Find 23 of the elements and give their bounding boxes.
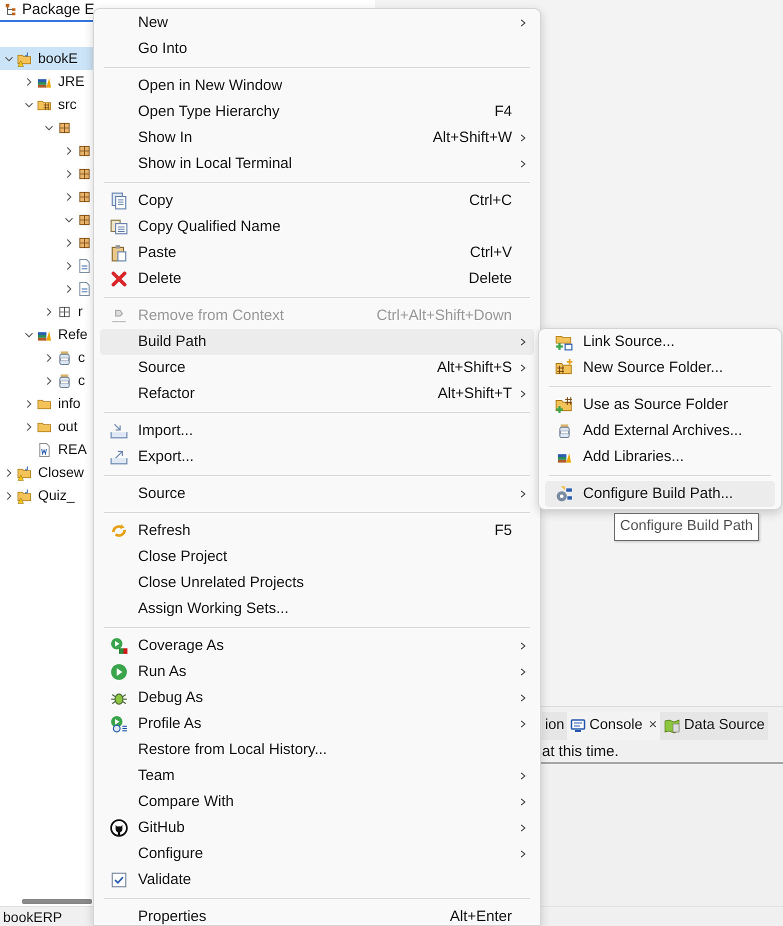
shortcut-text: Alt+Enter bbox=[450, 906, 512, 925]
shortcut-text: Alt+Shift+W bbox=[432, 128, 512, 148]
shortcut-text: Ctrl+Alt+Shift+Down bbox=[376, 306, 512, 326]
shortcut-text: Alt+Shift+S bbox=[436, 358, 512, 378]
tree-label: c bbox=[78, 348, 85, 367]
tooltip: Configure Build Path bbox=[614, 513, 759, 541]
tree-label: Refe bbox=[58, 325, 88, 344]
shortcut-text: Delete bbox=[468, 268, 512, 289]
tree-label: r bbox=[78, 302, 83, 321]
tree-label: Quiz_ bbox=[38, 486, 75, 505]
shortcut-text: Alt+Shift+T bbox=[438, 384, 512, 404]
tree-label: src bbox=[58, 95, 77, 114]
shortcut-text: F4 bbox=[494, 102, 512, 122]
shortcut-text: Ctrl+V bbox=[470, 242, 512, 263]
tree-label: Closew bbox=[38, 463, 84, 482]
tree-label: REA bbox=[58, 440, 87, 459]
tree-label: c bbox=[78, 371, 85, 390]
shortcut-text: Ctrl+C bbox=[469, 190, 512, 211]
tree-label: info bbox=[58, 394, 81, 413]
tree-label: JRE bbox=[58, 72, 84, 91]
tree-label: out bbox=[58, 417, 78, 436]
shortcut-text: F5 bbox=[494, 520, 512, 541]
tree-label: bookE bbox=[38, 49, 78, 68]
